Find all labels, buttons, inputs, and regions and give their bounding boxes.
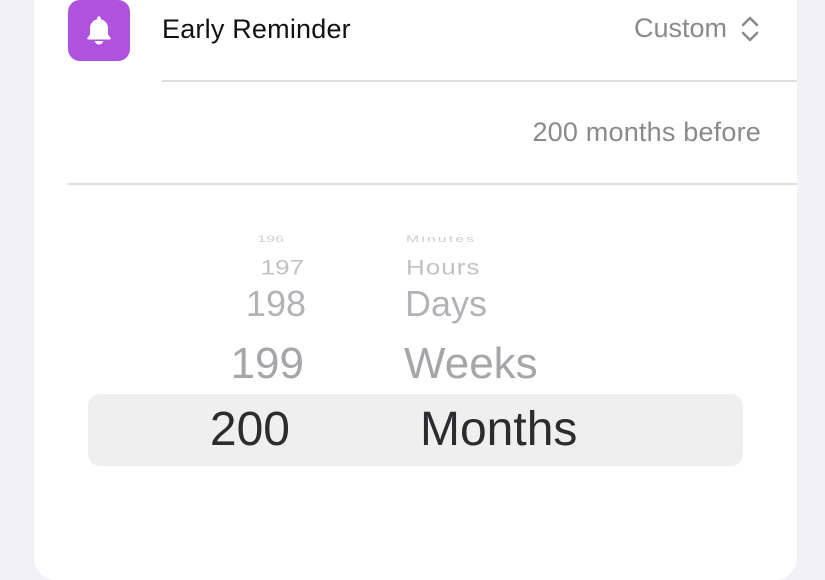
early-reminder-value-label: Custom bbox=[633, 13, 727, 43]
picker-unit-option[interactable]: Minutes bbox=[406, 235, 476, 242]
picker-number-option[interactable]: 197 bbox=[214, 257, 304, 278]
picker-unit-option[interactable]: Weeks bbox=[404, 342, 538, 386]
picker-number-selected[interactable]: 200 bbox=[200, 406, 290, 454]
picker-number-option[interactable]: 199 bbox=[214, 342, 304, 386]
picker-number-option[interactable]: 196 bbox=[194, 235, 284, 242]
custom-reminder-picker[interactable]: 196 197 198 199 200 Minutes Hours Days W… bbox=[34, 230, 797, 530]
picker-selection-band bbox=[88, 394, 743, 466]
picker-unit-option[interactable]: Hours bbox=[406, 257, 480, 278]
reminder-card: Early Reminder Custom 200 months before … bbox=[34, 0, 797, 580]
chevron-up-down-icon bbox=[741, 16, 759, 41]
picker-unit-option[interactable]: Days bbox=[405, 286, 487, 322]
picker-unit-selected[interactable]: Months bbox=[420, 406, 577, 454]
bell-icon-tile bbox=[68, 0, 130, 61]
row-divider bbox=[162, 80, 797, 82]
early-reminder-row[interactable]: Early Reminder Custom bbox=[34, 0, 797, 81]
reminder-summary: 200 months before bbox=[532, 117, 761, 147]
early-reminder-title: Early Reminder bbox=[162, 14, 351, 44]
section-divider bbox=[68, 183, 797, 185]
picker-number-option[interactable]: 198 bbox=[216, 286, 306, 322]
bell-icon bbox=[87, 15, 111, 44]
early-reminder-value[interactable]: Custom bbox=[634, 13, 761, 44]
